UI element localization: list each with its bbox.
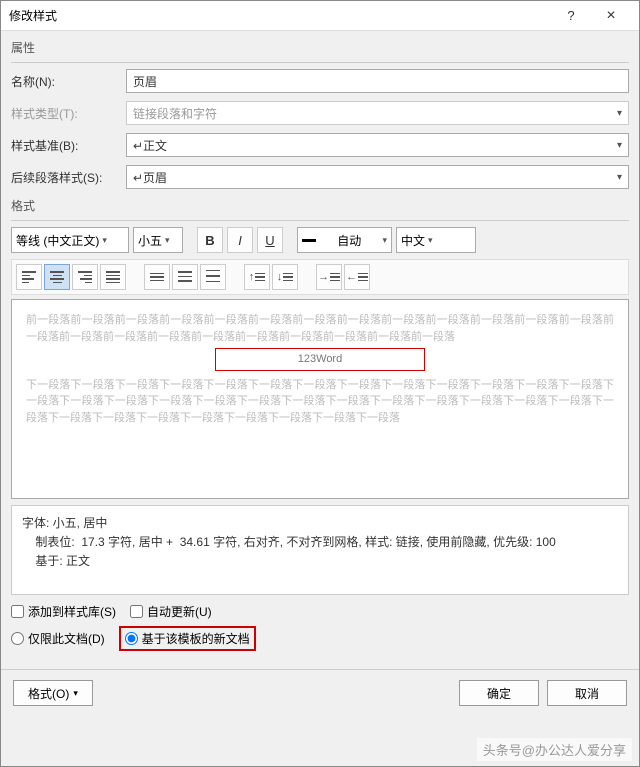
chevron-down-icon: ▾ <box>617 108 622 119</box>
description-box: 字体: 小五, 居中 制表位: 17.3 字符, 居中 + 34.61 字符, … <box>11 505 629 595</box>
font-select[interactable]: 等线 (中文正文)▾ <box>11 227 129 253</box>
next-style-label: 后续段落样式(S): <box>11 169 126 186</box>
ok-button[interactable]: 确定 <box>459 680 539 706</box>
desc-line: 字体: 小五, 居中 <box>22 514 618 533</box>
underline-button[interactable]: U <box>257 227 283 253</box>
style-type-label: 样式类型(T): <box>11 105 126 122</box>
preview-pane: 前一段落前一段落前一段落前一段落前一段落前一段落前一段落前一段落前一段落前一段落… <box>11 299 629 499</box>
divider <box>11 220 629 221</box>
style-type-select: 链接段落和字符▾ <box>126 101 629 125</box>
add-to-gallery-checkbox[interactable]: 添加到样式库(S) <box>11 603 116 620</box>
format-heading: 格式 <box>11 197 629 214</box>
style-base-select[interactable]: ↵正文▾ <box>126 133 629 157</box>
preview-next-text: 下一段落下一段落下一段落下一段落下一段落下一段落下一段落下一段落下一段落下一段落… <box>26 377 614 427</box>
language-select[interactable]: 中文▾ <box>396 227 476 253</box>
preview-prev-text: 前一段落前一段落前一段落前一段落前一段落前一段落前一段落前一段落前一段落前一段落… <box>26 312 614 345</box>
chevron-down-icon: ▾ <box>73 688 78 699</box>
align-right-button[interactable] <box>72 264 98 290</box>
chevron-down-icon: ▾ <box>428 235 433 246</box>
size-select[interactable]: 小五▾ <box>133 227 183 253</box>
align-center-button[interactable] <box>44 264 70 290</box>
watermark-text: 头条号@办公达人爱分享 <box>477 738 632 761</box>
name-label: 名称(N): <box>11 73 126 90</box>
modify-style-dialog: 修改样式 ? × 属性 名称(N): 样式类型(T): 链接段落和字符▾ 样式基… <box>0 0 640 767</box>
cancel-button[interactable]: 取消 <box>547 680 627 706</box>
template-radio[interactable]: 基于该模板的新文档 <box>119 626 256 651</box>
italic-button[interactable]: I <box>227 227 253 253</box>
preview-sample: 123Word <box>215 348 425 371</box>
align-left-button[interactable] <box>16 264 42 290</box>
chevron-down-icon: ▾ <box>617 172 622 183</box>
style-base-label: 样式基准(B): <box>11 137 126 154</box>
name-input[interactable] <box>126 69 629 93</box>
chevron-down-icon: ▾ <box>382 235 387 246</box>
bold-button[interactable]: B <box>197 227 223 253</box>
this-doc-radio[interactable]: 仅限此文档(D) <box>11 630 105 647</box>
auto-update-checkbox[interactable]: 自动更新(U) <box>130 603 212 620</box>
chevron-down-icon: ▾ <box>165 235 170 246</box>
help-button[interactable]: ? <box>551 1 591 31</box>
properties-heading: 属性 <box>11 39 629 56</box>
align-justify-button[interactable] <box>100 264 126 290</box>
spacing-1-button[interactable] <box>144 264 170 290</box>
desc-line: 制表位: 17.3 字符, 居中 + 34.61 字符, 右对齐, 不对齐到网格… <box>22 533 618 552</box>
spacing-1.5-button[interactable] <box>172 264 198 290</box>
chevron-down-icon: ▾ <box>617 140 622 151</box>
indent-dec-button[interactable]: ← <box>344 264 370 290</box>
next-style-select[interactable]: ↵页眉▾ <box>126 165 629 189</box>
dialog-title: 修改样式 <box>9 7 551 24</box>
spacing-2-button[interactable] <box>200 264 226 290</box>
close-button[interactable]: × <box>591 1 631 31</box>
space-before-dec-button[interactable]: ↓ <box>272 264 298 290</box>
titlebar: 修改样式 ? × <box>1 1 639 31</box>
color-select[interactable]: 自动▾ <box>297 227 392 253</box>
space-before-inc-button[interactable]: ↑ <box>244 264 270 290</box>
desc-line: 基于: 正文 <box>22 552 618 571</box>
indent-inc-button[interactable]: → <box>316 264 342 290</box>
format-menu-button[interactable]: 格式(O)▾ <box>13 680 93 706</box>
divider <box>11 62 629 63</box>
chevron-down-icon: ▾ <box>102 235 107 246</box>
